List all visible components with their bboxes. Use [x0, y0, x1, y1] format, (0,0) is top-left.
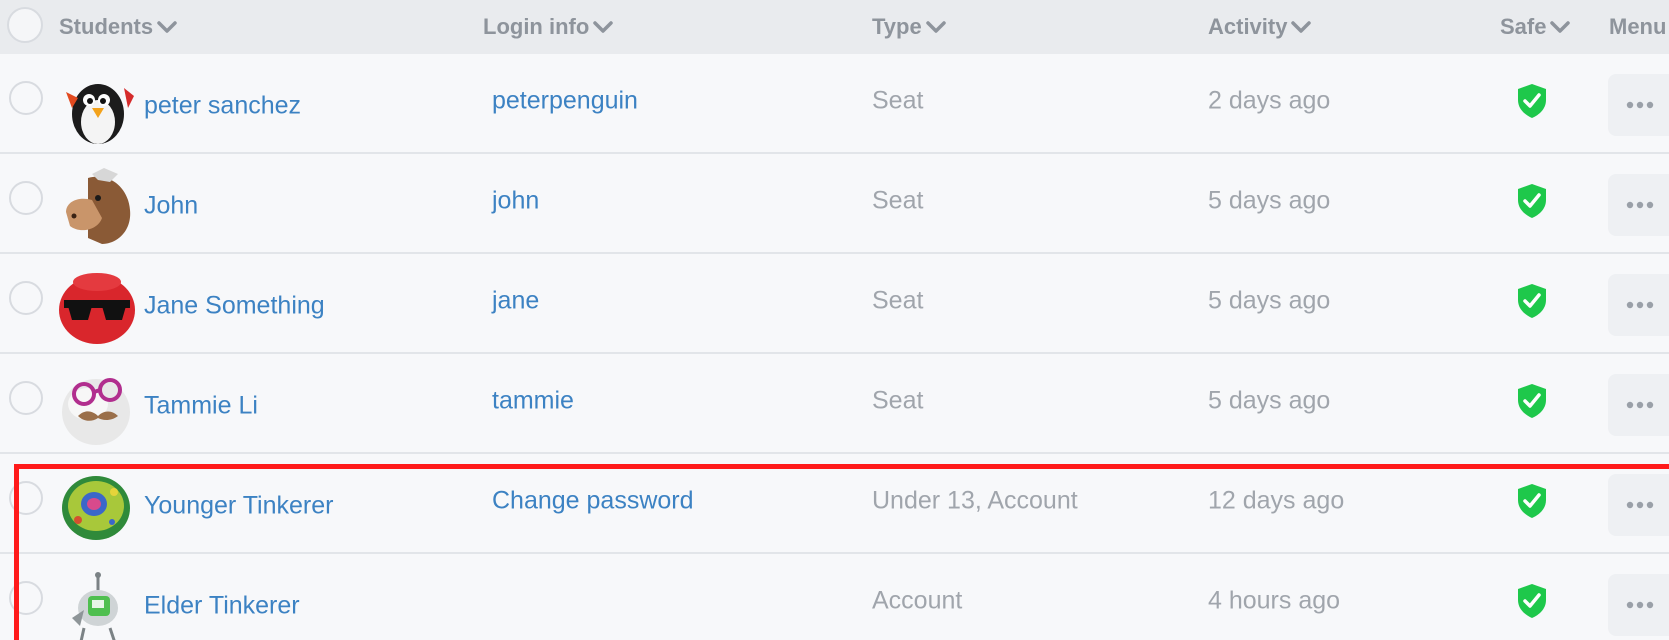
- row-select-checkbox[interactable]: [9, 81, 43, 115]
- table-row[interactable]: peter sanchez peterpenguin Seat 2 days a…: [0, 54, 1669, 154]
- shield-check-icon: [1518, 484, 1546, 518]
- robot-avatar: [72, 572, 118, 640]
- row-select-checkbox[interactable]: [9, 381, 43, 415]
- shield-check-icon: [1518, 184, 1546, 218]
- safe-header-label: Safe: [1500, 14, 1547, 39]
- cell-avatar: [62, 476, 130, 540]
- table-row[interactable]: Jane Something jane Seat 5 days ago: [0, 254, 1669, 354]
- row-select-checkbox[interactable]: [9, 181, 43, 215]
- student-name-link[interactable]: Younger Tinkerer: [144, 492, 333, 521]
- account-type-text: Seat: [872, 386, 924, 415]
- activity-text: 4 hours ago: [1208, 586, 1341, 615]
- login-info-column-header[interactable]: Login info: [483, 0, 614, 54]
- type-column-header[interactable]: Type: [872, 0, 946, 54]
- horse-avatar: [66, 168, 131, 244]
- menu-header-label: Menu: [1609, 14, 1667, 39]
- students-header-label: Students: [59, 14, 154, 39]
- row-select-checkbox[interactable]: [9, 281, 43, 315]
- activity-header-label: Activity: [1208, 14, 1288, 39]
- student-name-link[interactable]: peter sanchez: [144, 92, 301, 121]
- more-dots-icon: [1626, 101, 1654, 109]
- student-name-link[interactable]: Jane Something: [144, 292, 325, 321]
- row-menu-button[interactable]: [1608, 474, 1669, 536]
- row-menu-button[interactable]: [1608, 574, 1669, 636]
- activity-text: 12 days ago: [1208, 486, 1345, 515]
- account-type-text: Seat: [872, 286, 924, 315]
- activity-text: 5 days ago: [1208, 186, 1331, 215]
- account-type-text: Seat: [872, 86, 924, 115]
- chevron-down-icon: [1291, 21, 1312, 33]
- more-dots-icon: [1626, 501, 1654, 509]
- login-info-header-label: Login info: [483, 14, 590, 39]
- chevron-down-icon: [1550, 21, 1571, 33]
- more-dots-icon: [1626, 601, 1654, 609]
- row-select-checkbox[interactable]: [9, 481, 43, 515]
- egg-glasses-avatar: [62, 378, 130, 445]
- login-info-link[interactable]: tammie: [492, 387, 574, 416]
- activity-text: 2 days ago: [1208, 86, 1331, 115]
- student-name-link[interactable]: Elder Tinkerer: [144, 592, 300, 621]
- students-table: Students Login info Type Activity Safe M…: [0, 0, 1669, 640]
- table-header: Students Login info Type Activity Safe M…: [0, 0, 1669, 54]
- login-info-link[interactable]: john: [492, 187, 539, 216]
- row-menu-button[interactable]: [1608, 74, 1669, 136]
- chevron-down-icon: [925, 21, 946, 33]
- students-column-header[interactable]: Students: [59, 0, 177, 54]
- row-menu-button[interactable]: [1608, 374, 1669, 436]
- shield-check-icon: [1518, 584, 1546, 618]
- more-dots-icon: [1626, 201, 1654, 209]
- account-type-text: Account: [872, 586, 963, 615]
- more-dots-icon: [1626, 301, 1654, 309]
- activity-text: 5 days ago: [1208, 286, 1331, 315]
- penguin-avatar: [66, 84, 134, 144]
- login-info-link[interactable]: peterpenguin: [492, 87, 638, 116]
- login-info-link[interactable]: jane: [492, 287, 539, 316]
- shield-check-icon: [1518, 284, 1546, 318]
- more-dots-icon: [1626, 401, 1654, 409]
- chevron-down-icon: [593, 21, 614, 33]
- table-row[interactable]: John john Seat 5 days ago: [0, 154, 1669, 254]
- student-name-link[interactable]: Tammie Li: [144, 392, 258, 421]
- row-select-checkbox[interactable]: [9, 581, 43, 615]
- shield-check-icon: [1518, 84, 1546, 118]
- row-menu-button[interactable]: [1608, 174, 1669, 236]
- account-type-text: Under 13, Account: [872, 486, 1078, 515]
- change-password-link[interactable]: Change password: [492, 487, 694, 516]
- menu-column-header: Menu: [1609, 0, 1666, 54]
- table-row[interactable]: Younger Tinkerer Change password Under 1…: [0, 454, 1669, 554]
- red-sunglasses-avatar: [59, 273, 135, 344]
- safe-column-header[interactable]: Safe: [1500, 0, 1571, 54]
- student-name-link[interactable]: John: [144, 192, 198, 221]
- table-row[interactable]: Tammie Li tammie Seat 5 days ago: [0, 354, 1669, 454]
- account-type-text: Seat: [872, 186, 924, 215]
- chevron-down-icon: [157, 21, 177, 33]
- activity-text: 5 days ago: [1208, 386, 1331, 415]
- shield-check-icon: [1518, 384, 1546, 418]
- row-menu-button[interactable]: [1608, 274, 1669, 336]
- select-all-checkbox[interactable]: [7, 7, 43, 43]
- type-header-label: Type: [872, 14, 922, 39]
- activity-column-header[interactable]: Activity: [1208, 0, 1312, 54]
- table-row[interactable]: Elder Tinkerer Account 4 hours ago: [0, 554, 1669, 640]
